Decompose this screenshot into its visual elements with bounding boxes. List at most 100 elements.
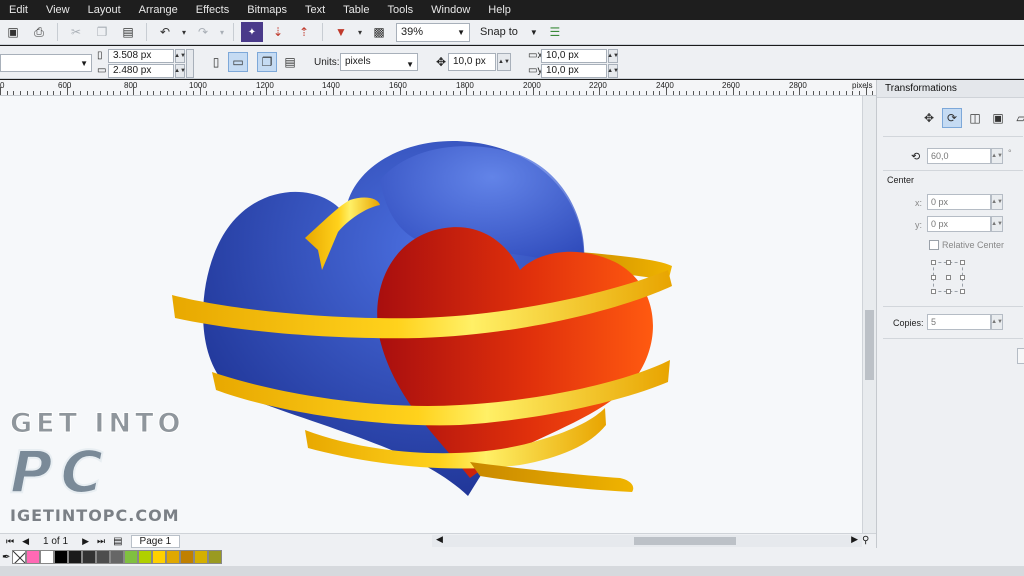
vertical-scrollbar[interactable] [862, 96, 876, 533]
duplicate-x-field[interactable]: 10,0 px [541, 49, 607, 63]
center-y-field[interactable]: 0 px [927, 216, 991, 232]
zoom-select[interactable]: 39% ▼ [396, 22, 470, 42]
page-width-spinner[interactable]: ▲▼ [174, 49, 186, 63]
color-swatch[interactable] [96, 550, 110, 564]
all-pages-icon[interactable]: ❐ [257, 52, 277, 72]
portrait-icon[interactable]: ▯ [206, 52, 226, 72]
anchor-point[interactable] [946, 260, 951, 265]
duplicate-x-spinner[interactable]: ▲▼ [607, 49, 619, 63]
position-icon[interactable]: ✥ [919, 108, 939, 128]
copy-icon[interactable]: ❐ [91, 22, 113, 42]
anchor-point[interactable] [931, 260, 936, 265]
paste-icon[interactable]: ▤ [117, 22, 139, 42]
landscape-icon[interactable]: ▭ [228, 52, 248, 72]
first-page-icon[interactable]: ⏮ [6, 536, 14, 547]
zoom-navigator-icon[interactable]: ⚲ [862, 535, 869, 546]
horizontal-scrollbar[interactable]: ◀ ▶ [432, 534, 862, 547]
welcome-screen-icon[interactable]: ▩ [368, 22, 390, 42]
page-height-spinner[interactable]: ▲▼ [174, 64, 186, 78]
snap-to-button[interactable]: Snap to ▼ [480, 26, 538, 38]
export-icon[interactable]: ⇡ [293, 22, 315, 42]
previous-page-icon[interactable]: ◀ [22, 536, 29, 547]
duplicate-y-field[interactable]: 10,0 px [541, 64, 607, 78]
anchor-point[interactable] [946, 275, 951, 280]
options-icon[interactable]: ☰ [544, 22, 566, 42]
color-swatch[interactable] [152, 550, 166, 564]
size-icon[interactable]: ▣ [988, 108, 1008, 128]
color-swatch[interactable] [166, 550, 180, 564]
color-swatch[interactable] [40, 550, 54, 564]
search-content-icon[interactable]: ✦ [241, 22, 263, 42]
undo-dropdown-icon[interactable]: ▾ [180, 22, 188, 42]
size-link-icon[interactable] [186, 49, 194, 78]
color-swatch[interactable] [54, 550, 68, 564]
menu-help[interactable]: Help [488, 4, 511, 16]
anchor-point[interactable] [960, 260, 965, 265]
anchor-point[interactable] [946, 289, 951, 294]
anchor-point[interactable] [931, 289, 936, 294]
save-icon[interactable]: ▣ [2, 22, 24, 42]
apply-button[interactable] [1017, 348, 1024, 364]
menu-text[interactable]: Text [305, 4, 325, 16]
color-swatch[interactable] [82, 550, 96, 564]
horizontal-ruler[interactable]: 0 600 800 1000 1200 1400 1600 1800 2000 … [0, 80, 876, 96]
redo-dropdown-icon[interactable]: ▾ [218, 22, 226, 42]
page-width-field[interactable]: 3.508 px [108, 49, 174, 63]
scroll-right-icon[interactable]: ▶ [851, 534, 858, 545]
anchor-point[interactable] [931, 275, 936, 280]
color-swatch[interactable] [208, 550, 222, 564]
scroll-left-icon[interactable]: ◀ [436, 534, 443, 545]
menu-edit[interactable]: Edit [9, 4, 28, 16]
color-swatch[interactable] [68, 550, 82, 564]
center-x-spinner[interactable]: ▲▼ [991, 194, 1003, 210]
anchor-point-grid[interactable] [931, 260, 965, 294]
relative-center-checkbox[interactable] [929, 240, 939, 250]
anchor-point[interactable] [960, 275, 965, 280]
import-icon[interactable]: ⇣ [267, 22, 289, 42]
units-select[interactable]: pixels ▼ [340, 53, 418, 71]
last-page-icon[interactable]: ⏭ [97, 536, 105, 547]
menu-arrange[interactable]: Arrange [139, 4, 178, 16]
menu-view[interactable]: View [46, 4, 70, 16]
scroll-thumb[interactable] [865, 310, 874, 380]
angle-spinner[interactable]: ▲▼ [991, 148, 1003, 164]
anchor-point[interactable] [960, 289, 965, 294]
undo-icon[interactable]: ↶ [154, 22, 176, 42]
eyedropper-icon[interactable]: ✒ [2, 552, 12, 563]
menu-table[interactable]: Table [343, 4, 369, 16]
color-swatch[interactable] [110, 550, 124, 564]
color-swatch[interactable] [124, 550, 138, 564]
drawing-canvas[interactable]: GET INTO PC IGETINTOPC.COM [0, 96, 862, 533]
cut-icon[interactable]: ✂ [65, 22, 87, 42]
center-y-spinner[interactable]: ▲▼ [991, 216, 1003, 232]
redo-icon[interactable]: ↷ [192, 22, 214, 42]
next-page-icon[interactable]: ▶ [82, 536, 89, 547]
nudge-spinner[interactable]: ▲▼ [497, 53, 511, 71]
skew-icon[interactable]: ▱ [1011, 108, 1024, 128]
color-swatch[interactable] [194, 550, 208, 564]
copies-field[interactable]: 5 [927, 314, 991, 330]
menu-bitmaps[interactable]: Bitmaps [247, 4, 287, 16]
color-swatch[interactable] [180, 550, 194, 564]
menu-window[interactable]: Window [431, 4, 470, 16]
scale-mirror-icon[interactable]: ◫ [965, 108, 985, 128]
center-x-field[interactable]: 0 px [927, 194, 991, 210]
print-icon[interactable]: ⎙ [28, 22, 50, 42]
angle-field[interactable]: 60,0 [927, 148, 991, 164]
application-launcher-icon[interactable]: ▼ [330, 22, 352, 42]
current-page-icon[interactable]: ▤ [280, 52, 300, 72]
menu-layout[interactable]: Layout [88, 4, 121, 16]
menu-tools[interactable]: Tools [387, 4, 413, 16]
page-height-field[interactable]: 2.480 px [108, 64, 174, 78]
color-swatch[interactable] [138, 550, 152, 564]
menu-effects[interactable]: Effects [196, 4, 229, 16]
copies-spinner[interactable]: ▲▼ [991, 314, 1003, 330]
duplicate-y-spinner[interactable]: ▲▼ [607, 64, 619, 78]
scroll-thumb[interactable] [634, 537, 736, 545]
nudge-field[interactable]: 10,0 px [448, 53, 496, 71]
launcher-dropdown-icon[interactable]: ▾ [356, 22, 364, 42]
no-color-swatch[interactable] [12, 550, 26, 564]
add-page-icon[interactable]: ▤ [113, 536, 122, 547]
paper-type-select[interactable]: ▼ [0, 54, 92, 72]
color-swatch[interactable] [26, 550, 40, 564]
